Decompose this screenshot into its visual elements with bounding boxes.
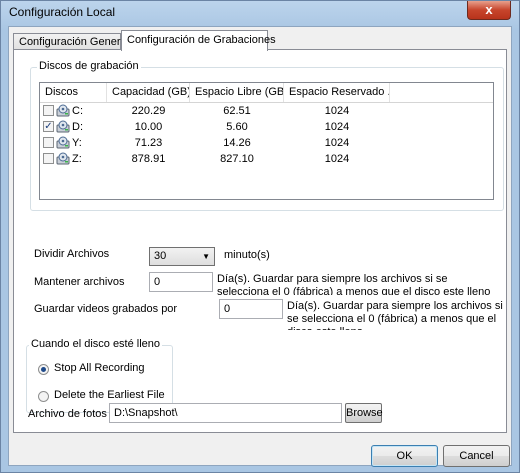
disc-drive-letter: D: xyxy=(72,121,83,133)
disc-row[interactable]: ✓ D: 10.00 5.60 1024 xyxy=(40,119,493,135)
disc-checkbox[interactable]: ✓ xyxy=(43,121,54,132)
disc-checkbox[interactable] xyxy=(43,105,54,116)
stop-all-recording-radio[interactable] xyxy=(38,364,49,375)
ok-button[interactable]: OK xyxy=(371,445,438,467)
recording-discs-group-label: Discos de grabación xyxy=(37,60,141,72)
disc-reserved-space: 1024 xyxy=(324,153,350,165)
disc-reserved-space: 1024 xyxy=(324,121,350,133)
disc-drive-letter: Y: xyxy=(72,137,82,149)
disc-checkbox[interactable] xyxy=(43,137,54,148)
delete-earliest-file-radio[interactable] xyxy=(38,391,49,402)
disc-list-header: Discos Capacidad (GB) Espacio Libre (GB)… xyxy=(40,83,493,103)
disc-reserved-space: 1024 xyxy=(324,105,350,117)
disc-checkbox[interactable] xyxy=(43,153,54,164)
disk-icon xyxy=(56,120,70,133)
save-recorded-label: Guardar videos grabados por xyxy=(34,303,178,315)
browse-button[interactable]: Browse xyxy=(345,403,383,423)
dialog-client: Configuración General Configuración de G… xyxy=(8,26,512,467)
save-recorded-days-input[interactable]: 0 xyxy=(219,299,283,319)
photo-folder-input[interactable]: D:\Snapshot\ xyxy=(109,403,342,423)
disc-free-space: 14.26 xyxy=(223,137,251,149)
photo-folder-label: Archivo de fotos xyxy=(28,408,107,420)
keep-files-label: Mantener archivos xyxy=(34,276,125,288)
split-minutes-select[interactable]: 30 ▼ xyxy=(149,247,215,266)
chevron-down-icon: ▼ xyxy=(202,252,210,261)
split-files-label: Dividir Archivos xyxy=(34,248,110,260)
tab-label: Configuración General xyxy=(19,36,130,48)
save-recorded-help: Día(s). Guardar para siempre los archivo… xyxy=(287,300,503,330)
disc-capacity: 71.23 xyxy=(134,137,163,149)
stop-all-recording-label[interactable]: Stop All Recording xyxy=(54,362,145,374)
column-header-capacidad[interactable]: Capacidad (GB) xyxy=(107,83,190,102)
keep-days-value: 0 xyxy=(154,276,161,288)
disk-full-group-label: Cuando el disco esté lleno xyxy=(29,338,163,350)
close-icon: x xyxy=(485,2,493,17)
keep-days-help: Día(s). Guardar para siempre los archivo… xyxy=(217,273,491,295)
disc-list[interactable]: Discos Capacidad (GB) Espacio Libre (GB)… xyxy=(39,82,494,200)
keep-days-input[interactable]: 0 xyxy=(149,272,213,292)
browse-button-label: Browse xyxy=(346,407,383,419)
save-recorded-days-value: 0 xyxy=(224,303,231,315)
disc-reserved-space: 1024 xyxy=(324,137,350,149)
recording-discs-group: Discos de grabación Discos Capacidad (GB… xyxy=(30,60,504,211)
disc-drive-letter: C: xyxy=(72,105,83,117)
disc-free-space: 827.10 xyxy=(220,153,254,165)
disc-free-space: 5.60 xyxy=(226,121,248,133)
close-button[interactable]: x xyxy=(467,1,511,20)
column-header-empty xyxy=(390,83,493,102)
tab-panel: Discos de grabación Discos Capacidad (GB… xyxy=(13,49,507,433)
title-bar[interactable]: Configuración Local x xyxy=(1,1,519,26)
disc-row[interactable]: Y: 71.23 14.26 1024 xyxy=(40,135,493,151)
split-minutes-value: 30 xyxy=(154,250,167,262)
tab-configuracion-grabaciones[interactable]: Configuración de Grabaciones xyxy=(121,30,276,51)
cancel-button-label: Cancel xyxy=(459,450,494,462)
split-unit-label: minuto(s) xyxy=(224,249,270,261)
disc-row[interactable]: C: 220.29 62.51 1024 xyxy=(40,103,493,119)
column-header-espacio-reservado[interactable]: Espacio Reservado ... xyxy=(284,83,390,102)
cancel-button[interactable]: Cancel xyxy=(443,445,510,467)
photo-folder-value: D:\Snapshot\ xyxy=(114,407,178,419)
disk-icon xyxy=(56,136,70,149)
disc-capacity: 220.29 xyxy=(131,105,166,117)
disc-capacity: 878.91 xyxy=(131,153,166,165)
disk-icon xyxy=(56,104,70,117)
column-header-espacio-libre[interactable]: Espacio Libre (GB) xyxy=(190,83,284,102)
tab-configuracion-general[interactable]: Configuración General xyxy=(13,33,129,50)
tab-label: Configuración de Grabaciones xyxy=(127,34,276,46)
column-header-discos[interactable]: Discos xyxy=(40,83,107,102)
dialog-window: Configuración Local x Configuración Gene… xyxy=(0,0,520,473)
disc-free-space: 62.51 xyxy=(223,105,251,117)
disc-capacity: 10.00 xyxy=(134,121,163,133)
disc-row[interactable]: Z: 878.91 827.10 1024 xyxy=(40,151,493,167)
disk-icon xyxy=(56,152,70,165)
window-title: Configuración Local xyxy=(9,5,116,19)
ok-button-label: OK xyxy=(396,450,413,462)
disc-drive-letter: Z: xyxy=(72,153,82,165)
delete-earliest-file-label[interactable]: Delete the Earliest File xyxy=(54,389,165,401)
